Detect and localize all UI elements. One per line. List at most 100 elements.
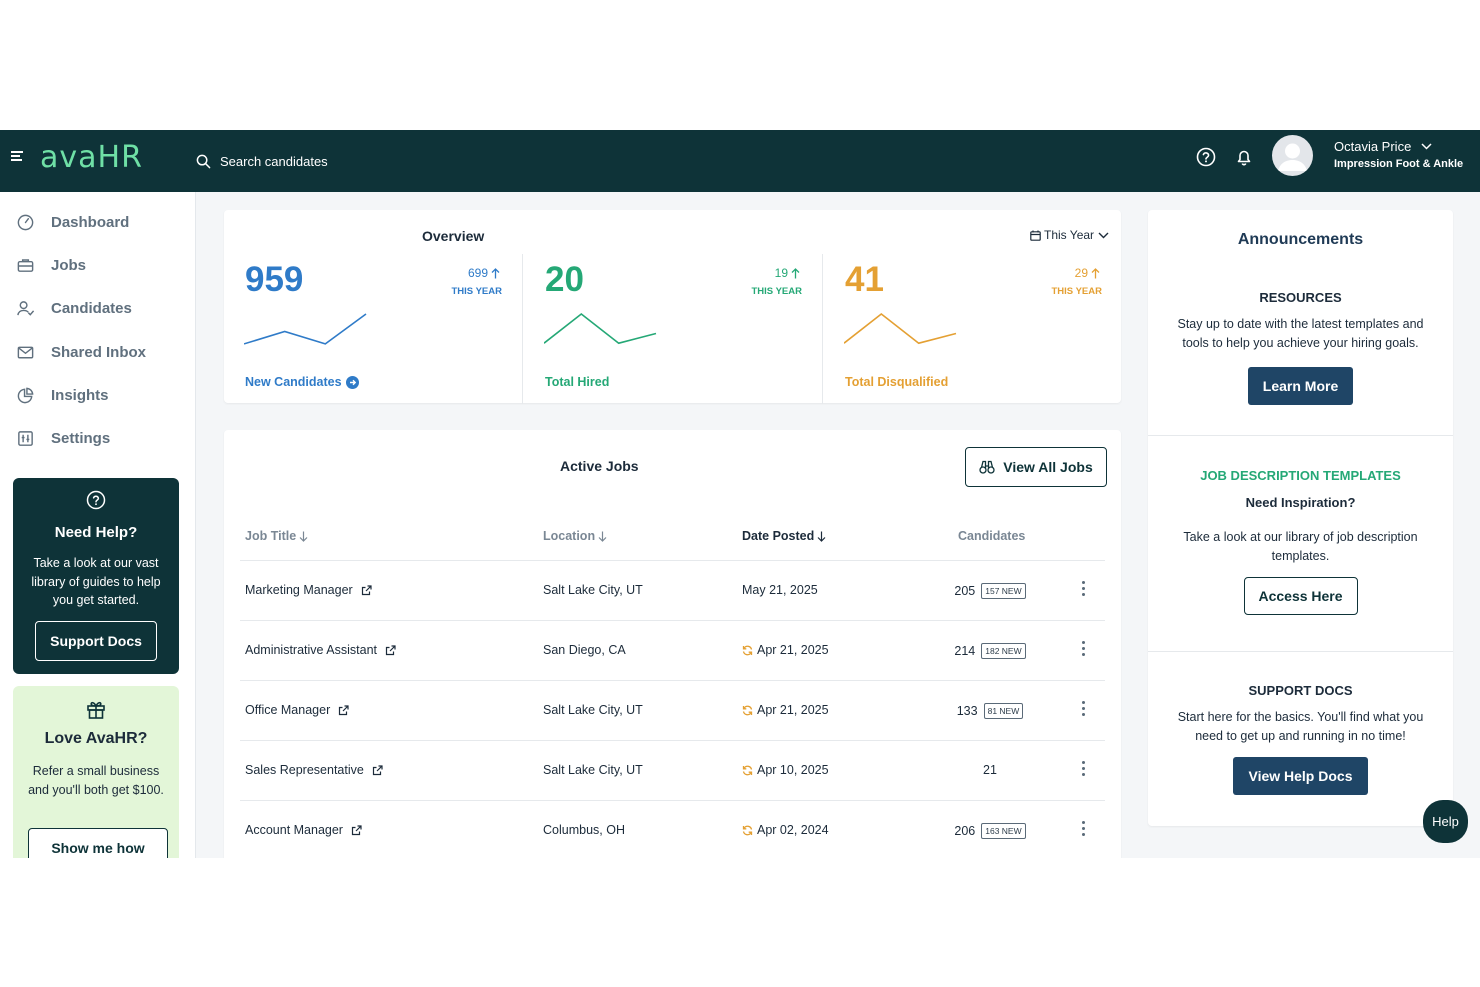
- new-candidates-link[interactable]: New Candidates: [245, 375, 359, 389]
- view-all-jobs-button[interactable]: View All Jobs: [965, 447, 1107, 487]
- more-options-icon[interactable]: [1078, 699, 1088, 721]
- stat-change-value: 29: [1074, 266, 1088, 280]
- stat-label: New Candidates: [245, 375, 342, 389]
- help-circle-icon[interactable]: [1195, 146, 1217, 168]
- table-row[interactable]: Office Manager Salt Lake City, UT Apr 21, …: [240, 681, 1105, 741]
- arrow-circle-right-icon: [345, 375, 359, 389]
- job-title: Sales Representative: [245, 763, 364, 777]
- job-title-link[interactable]: Office Manager: [245, 703, 349, 717]
- sidebar-item-jobs[interactable]: Jobs: [16, 250, 186, 280]
- job-title-link[interactable]: Administrative Assistant: [245, 643, 396, 657]
- table-row[interactable]: Marketing Manager Salt Lake City, UT May 2…: [240, 561, 1105, 621]
- user-menu[interactable]: Octavia Price Impression Foot & Ankle: [1334, 139, 1463, 170]
- need-help-card: Need Help? Take a look at our vast libra…: [13, 478, 179, 674]
- help-chat-button[interactable]: Help: [1423, 800, 1468, 843]
- job-date: May 21, 2025: [742, 583, 818, 597]
- top-bar: avaHR Search candidates Octavia Price Im…: [0, 130, 1480, 192]
- job-candidates[interactable]: 21: [930, 763, 1050, 777]
- more-options-icon[interactable]: [1078, 579, 1088, 601]
- user-silhouette-icon: [1278, 143, 1307, 171]
- job-title: Office Manager: [245, 703, 331, 717]
- job-candidates[interactable]: 206 163 NEW: [930, 823, 1050, 839]
- referral-card: Love AvaHR? Refer a small business and y…: [13, 686, 179, 858]
- divider: [822, 254, 823, 404]
- job-title-link[interactable]: Sales Representative: [245, 763, 383, 777]
- job-candidates[interactable]: 214 182 NEW: [930, 643, 1050, 659]
- job-location: Salt Lake City, UT: [543, 763, 643, 777]
- bell-icon[interactable]: [1233, 146, 1255, 168]
- search-input[interactable]: Search candidates: [196, 147, 496, 175]
- templates-subheading: Need Inspiration?: [1245, 495, 1356, 510]
- more-options-icon[interactable]: [1078, 639, 1088, 661]
- trend-sparkline: [244, 313, 367, 345]
- stat-total-hired: 20 19 THIS YEAR Total Hired: [524, 254, 824, 394]
- show-me-how-button[interactable]: Show me how: [28, 828, 168, 858]
- announcements-title: Announcements: [1237, 231, 1364, 248]
- trend-sparkline: [844, 312, 957, 345]
- sidebar-item-candidates[interactable]: Candidates: [16, 293, 186, 323]
- stat-change: 19: [775, 266, 800, 280]
- job-title-link[interactable]: Account Manager: [245, 823, 362, 837]
- support-docs-button[interactable]: Support Docs: [35, 621, 157, 661]
- search-placeholder: Search candidates: [220, 153, 328, 169]
- table-row[interactable]: Account Manager Columbus, OH Apr 02, 2024 2…: [240, 801, 1105, 858]
- sidebar-item-insights[interactable]: Insights: [16, 380, 186, 410]
- chevron-down-icon: [1421, 143, 1432, 150]
- support-docs-heading: SUPPORT DOCS: [1248, 683, 1353, 698]
- sidebar-item-label: Candidates: [51, 299, 132, 317]
- new-candidates-badge: 163 NEW: [981, 823, 1026, 839]
- stat-new-candidates: 959 699 THIS YEAR New Candidates: [224, 254, 524, 394]
- column-header-date-posted[interactable]: Date Posted: [742, 529, 826, 543]
- job-title-link[interactable]: Marketing Manager: [245, 583, 372, 597]
- avatar[interactable]: [1272, 135, 1313, 176]
- user-name: Octavia Price: [1334, 139, 1412, 154]
- external-link-icon: [361, 584, 372, 595]
- sidebar-item-dashboard[interactable]: Dashboard: [16, 207, 186, 237]
- sidebar-item-label: Insights: [51, 386, 109, 404]
- job-date-posted: Apr 02, 2024: [742, 823, 829, 837]
- active-jobs-title: Active Jobs: [560, 458, 639, 474]
- period-label: This Year: [1044, 228, 1095, 242]
- column-header-location[interactable]: Location: [543, 529, 607, 543]
- stat-period: THIS YEAR: [451, 286, 502, 297]
- divider: [1148, 435, 1453, 436]
- learn-more-button[interactable]: Learn More: [1248, 367, 1353, 405]
- job-date: Apr 10, 2025: [757, 763, 829, 777]
- briefcase-icon: [17, 258, 34, 272]
- column-label: Candidates: [958, 529, 1026, 543]
- job-date-posted: Apr 21, 2025: [742, 703, 829, 717]
- sidebar-item-label: Jobs: [51, 256, 87, 274]
- divider: [1148, 651, 1453, 652]
- more-options-icon[interactable]: [1078, 819, 1088, 841]
- resources-text: Stay up to date with the latest template…: [1177, 317, 1424, 350]
- arrow-up-icon: [1091, 267, 1100, 278]
- table-row[interactable]: Administrative Assistant San Diego, CA Apr…: [240, 621, 1105, 681]
- column-label: Date Posted: [742, 529, 815, 543]
- new-candidates-badge: 157 NEW: [981, 583, 1026, 599]
- view-help-docs-button[interactable]: View Help Docs: [1233, 757, 1368, 795]
- sidebar-item-label: Settings: [51, 429, 111, 447]
- user-organization: Impression Foot & Ankle: [1334, 158, 1464, 170]
- candidate-count: 21: [983, 763, 997, 777]
- access-here-button[interactable]: Access Here: [1243, 577, 1358, 615]
- need-help-text: Take a look at our vast library of guide…: [31, 556, 161, 607]
- job-candidates[interactable]: 205 157 NEW: [930, 583, 1050, 599]
- more-options-icon[interactable]: [1078, 759, 1088, 781]
- job-title: Administrative Assistant: [245, 643, 377, 657]
- menu-icon[interactable]: [11, 151, 23, 163]
- external-link-icon: [372, 764, 383, 775]
- job-candidates[interactable]: 133 81 NEW: [930, 703, 1050, 719]
- arrow-down-icon: [598, 531, 607, 542]
- stat-value: 959: [245, 260, 304, 299]
- job-location: Salt Lake City, UT: [543, 583, 643, 597]
- arrow-down-icon: [299, 531, 308, 542]
- column-header-job-title[interactable]: Job Title: [245, 529, 308, 543]
- job-title: Marketing Manager: [245, 583, 353, 597]
- arrow-up-icon: [791, 267, 800, 278]
- table-row[interactable]: Sales Representative Salt Lake City, UT Ap…: [240, 741, 1105, 801]
- period-dropdown[interactable]: This Year: [1030, 228, 1109, 242]
- sidebar-item-shared-inbox[interactable]: Shared Inbox: [16, 337, 186, 367]
- active-jobs-card: Active Jobs View All Jobs Job Title Loca…: [224, 430, 1121, 858]
- referral-text: Refer a small business and you'll both g…: [28, 764, 164, 797]
- sidebar-item-settings[interactable]: Settings: [16, 423, 186, 453]
